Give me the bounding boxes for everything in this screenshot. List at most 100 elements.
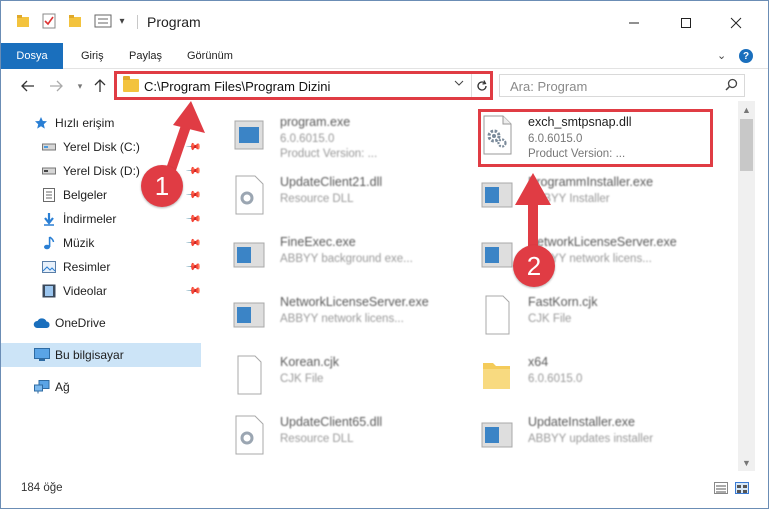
tab-file[interactable]: Dosya: [1, 43, 63, 69]
folder-icon: [123, 76, 139, 92]
file-type: Resource DLL: [280, 433, 354, 445]
sidebar-item-label: Yerel Disk (C:): [63, 140, 140, 154]
network-icon: [33, 379, 51, 395]
up-arrow-icon[interactable]: [91, 77, 109, 95]
search-icon[interactable]: [725, 78, 738, 94]
checklist-icon[interactable]: [93, 12, 113, 30]
file-name: FastKorn.cjk: [528, 295, 598, 309]
refresh-icon[interactable]: [471, 74, 491, 97]
new-folder-icon[interactable]: [67, 12, 83, 30]
file-version: 6.0.6015.0: [528, 373, 583, 385]
exe-icon: [480, 415, 514, 455]
chevron-down-icon[interactable]: [454, 78, 464, 91]
sidebar-item-downloads[interactable]: İndirmeler 📌: [1, 207, 202, 231]
exe-icon: [232, 115, 266, 155]
annotation-badge-1: 1: [141, 165, 183, 207]
search-box[interactable]: Ara: Program: [499, 74, 745, 97]
search-input[interactable]: Ara: Program: [510, 79, 587, 94]
file-item[interactable]: NetworkLicenseServer.exe ABBYY network l…: [232, 291, 472, 345]
close-button[interactable]: [713, 11, 759, 35]
scroll-down-icon[interactable]: ▼: [738, 454, 755, 471]
file-name: UpdateInstaller.exe: [528, 415, 636, 429]
sidebar-item-label: Yerel Disk (D:): [63, 164, 140, 178]
file-type: CJK File: [280, 373, 324, 385]
file-explorer-window: ▾ Program Dosya Giriş Paylaş Görünüm ⌄ ?…: [0, 0, 769, 509]
window-title: Program: [147, 14, 201, 30]
sidebar-item-network[interactable]: Ağ: [1, 375, 201, 399]
ribbon: Dosya Giriş Paylaş Görünüm ⌄ ?: [1, 41, 768, 69]
sidebar-item-label: İndirmeler: [63, 212, 117, 226]
ribbon-expand-icon[interactable]: ⌄: [717, 49, 726, 62]
file-item[interactable]: FineExec.exe ABBYY background exe...: [232, 231, 472, 285]
sidebar-item-pictures[interactable]: Resimler 📌: [1, 255, 202, 279]
item-count: 184 öğe: [21, 482, 63, 494]
file-name: program.exe: [280, 115, 351, 129]
forward-arrow-icon[interactable]: [47, 77, 65, 95]
address-bar[interactable]: C:\Program Files\Program Dizini: [114, 71, 493, 100]
tab-share[interactable]: Paylaş: [129, 50, 162, 62]
help-icon[interactable]: ?: [739, 49, 753, 63]
pin-icon[interactable]: 📌: [185, 259, 202, 276]
file-item[interactable]: UpdateClient65.dll Resource DLL: [232, 411, 472, 465]
back-arrow-icon[interactable]: [19, 77, 37, 95]
folder-item[interactable]: x64 6.0.6015.0: [480, 351, 720, 405]
file-item[interactable]: FastKorn.cjk CJK File: [480, 291, 720, 345]
file-name: x64: [528, 355, 549, 369]
music-icon: [41, 235, 57, 251]
file-name: Korean.cjk: [280, 355, 340, 369]
pin-icon[interactable]: 📌: [185, 235, 202, 252]
sidebar-item-label: Müzik: [63, 236, 95, 250]
exe-icon: [232, 295, 266, 335]
sidebar-item-music[interactable]: Müzik 📌: [1, 231, 202, 255]
scroll-thumb[interactable]: [740, 119, 753, 171]
tab-home[interactable]: Giriş: [81, 50, 104, 62]
star-icon: [33, 115, 49, 131]
file-name: FineExec.exe: [280, 235, 356, 249]
title-bar: ▾ Program: [1, 1, 768, 41]
file-item[interactable]: UpdateClient21.dll Resource DLL: [232, 171, 472, 225]
sidebar-item-this-pc[interactable]: Bu bilgisayar: [1, 343, 201, 367]
sidebar-item-videos[interactable]: Videolar 📌: [1, 279, 202, 303]
dll-icon: [232, 415, 266, 455]
properties-icon[interactable]: [41, 12, 57, 30]
pin-icon[interactable]: 📌: [185, 283, 202, 300]
folder-icon[interactable]: [15, 12, 31, 30]
sidebar-item-label: Belgeler: [63, 188, 108, 202]
file-name: UpdateClient65.dll: [280, 415, 383, 429]
videos-icon: [41, 283, 57, 299]
minimize-button[interactable]: [611, 11, 657, 35]
sidebar-item-label: Resimler: [63, 260, 111, 274]
tab-view[interactable]: Görünüm: [187, 50, 233, 62]
file-item[interactable]: UpdateInstaller.exe ABBYY updates instal…: [480, 411, 720, 465]
pictures-icon: [41, 259, 57, 275]
sidebar-item-label: Videolar: [63, 284, 107, 298]
computer-icon: [33, 347, 51, 363]
sidebar-item-label: Bu bilgisayar: [55, 348, 124, 362]
title-separator: [137, 15, 138, 29]
folder-icon: [480, 355, 514, 395]
details-view-icon[interactable]: [714, 482, 728, 494]
drive-icon: [41, 140, 57, 154]
customize-toolbar-dropdown[interactable]: ▾: [117, 12, 127, 30]
sidebar-item-label: OneDrive: [55, 316, 106, 330]
vertical-scrollbar[interactable]: ▲ ▼: [738, 101, 755, 471]
sidebar-item-onedrive[interactable]: OneDrive: [1, 311, 201, 335]
large-icons-view-icon[interactable]: [735, 482, 749, 494]
highlight-box: [478, 109, 713, 167]
pin-icon[interactable]: 📌: [185, 211, 202, 228]
scroll-up-icon[interactable]: ▲: [738, 101, 755, 118]
file-list: program.exe 6.0.6015.0 Product Version: …: [206, 101, 738, 469]
recent-locations-icon[interactable]: ▾: [71, 77, 89, 95]
file-type: CJK File: [528, 313, 572, 325]
sidebar-item-label: Hızlı erişim: [55, 116, 115, 130]
maximize-button[interactable]: [663, 11, 709, 35]
file-item[interactable]: program.exe 6.0.6015.0 Product Version: …: [232, 111, 472, 165]
cloud-icon: [33, 316, 51, 330]
file-item[interactable]: Korean.cjk CJK File: [232, 351, 472, 405]
file-type: ABBYY background exe...: [280, 253, 413, 265]
annotation-badge-2: 2: [513, 245, 555, 287]
download-icon: [41, 211, 57, 227]
file-version: 6.0.6015.0: [280, 133, 335, 145]
file-name: UpdateClient21.dll: [280, 175, 383, 189]
address-path[interactable]: C:\Program Files\Program Dizini: [144, 79, 330, 94]
